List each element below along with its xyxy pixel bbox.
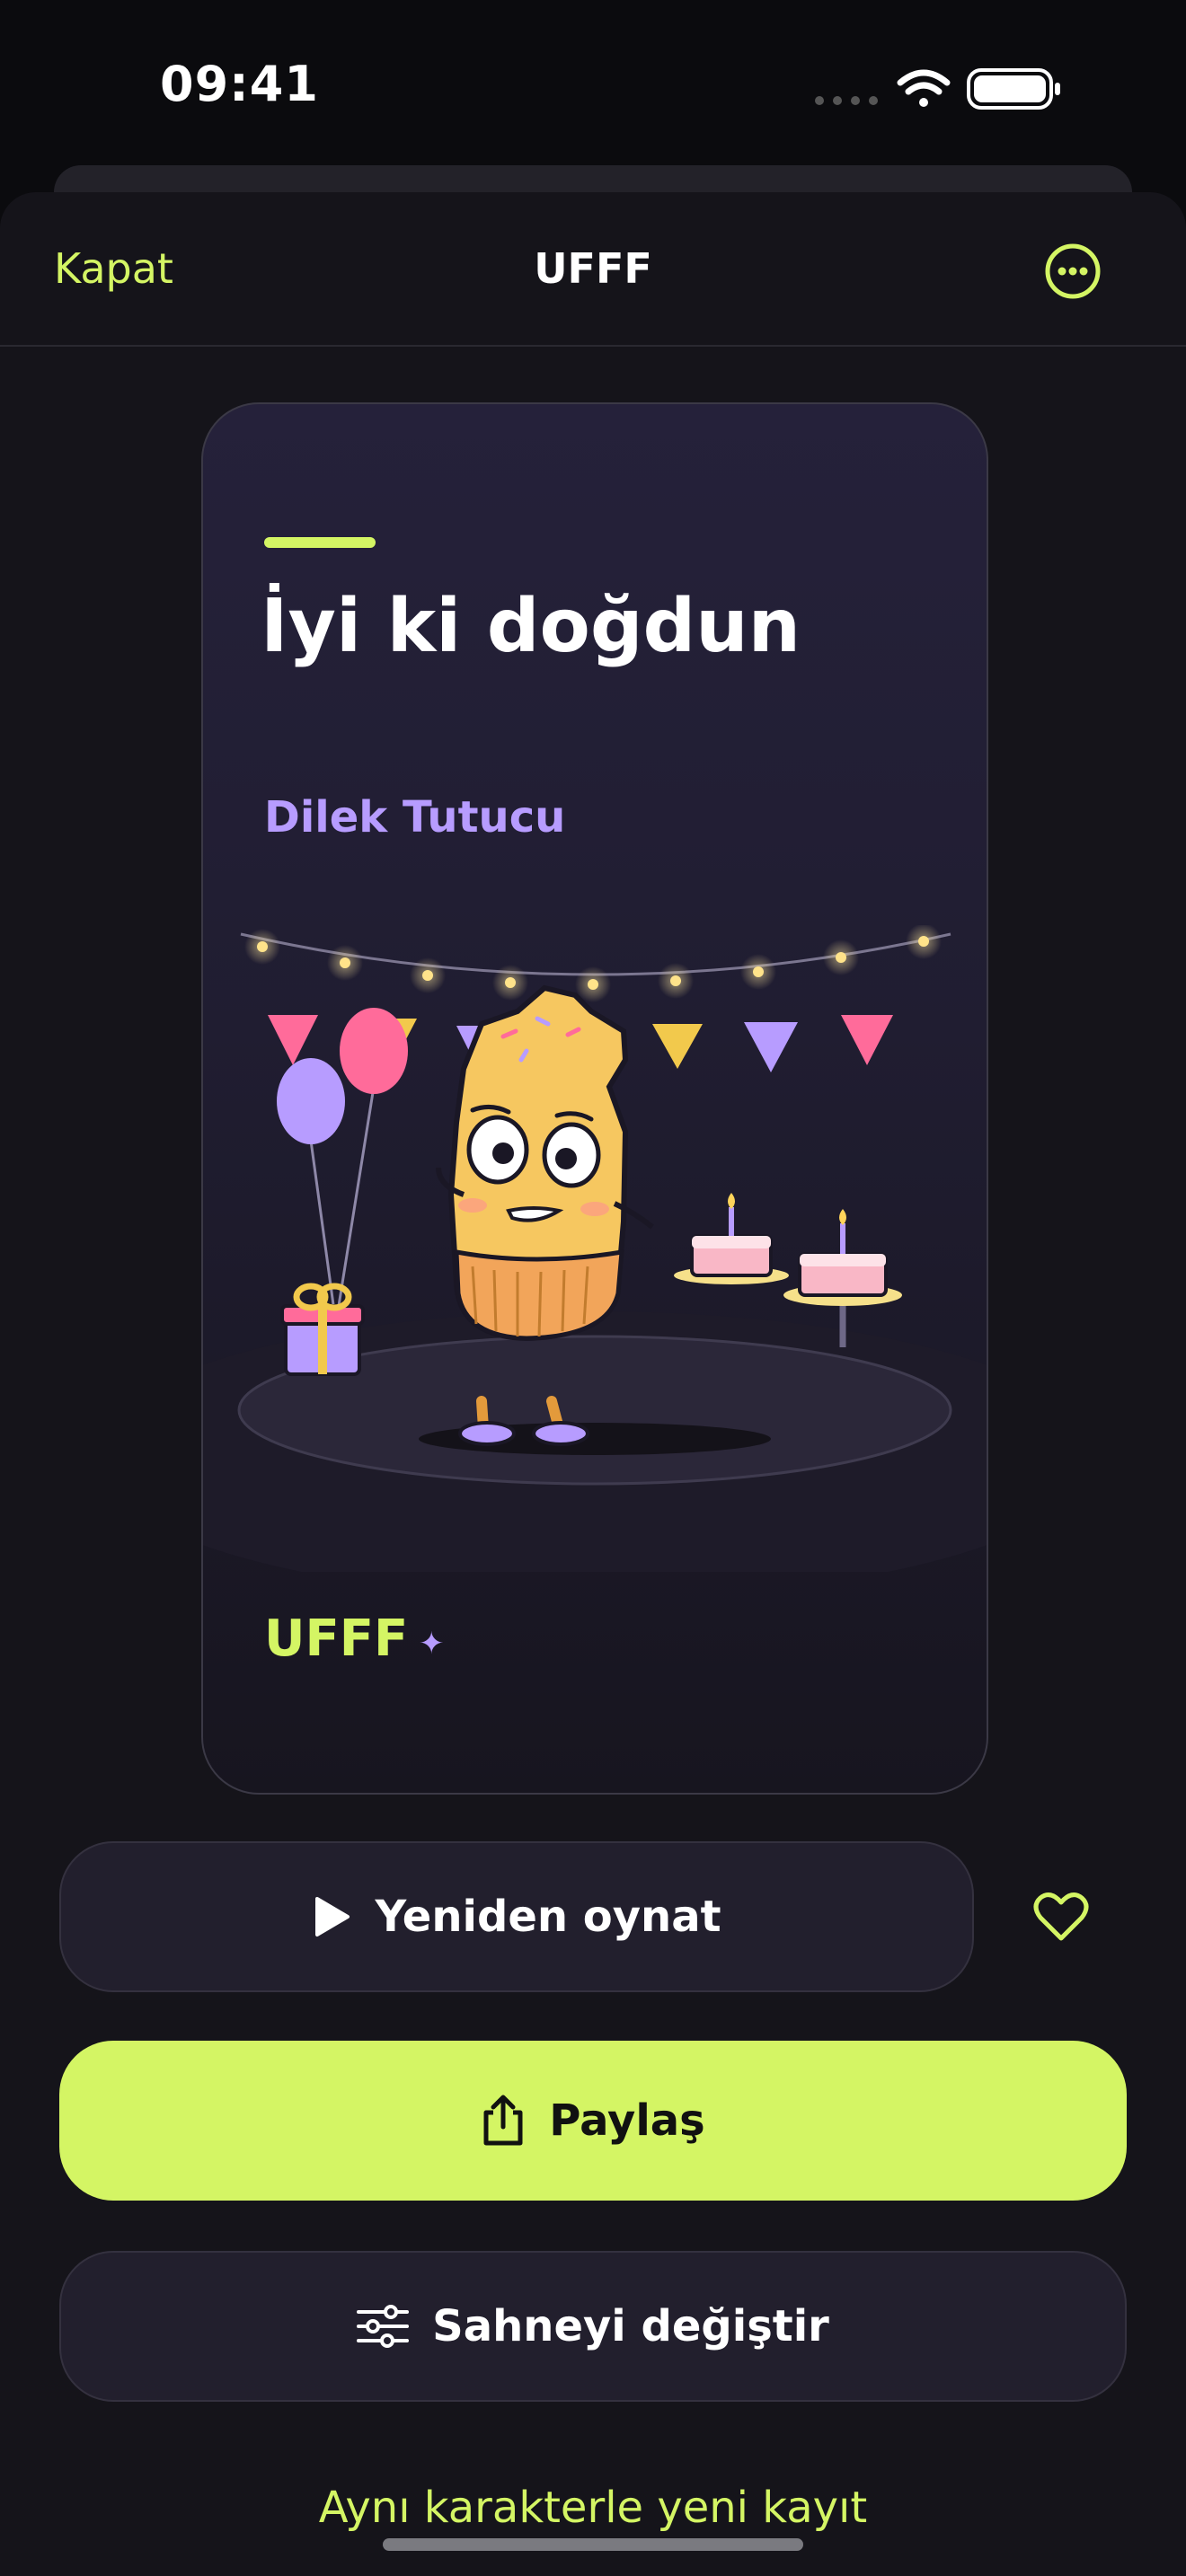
- wifi-icon: [897, 69, 951, 107]
- birthday-scene-illustration: [203, 925, 987, 1572]
- heart-icon[interactable]: [1033, 1892, 1089, 1942]
- status-time: 09:41: [160, 56, 319, 112]
- card-title: İyi ki doğdun: [261, 584, 801, 669]
- change-scene-button[interactable]: Sahneyi değiştir: [59, 2251, 1127, 2402]
- replay-button[interactable]: Yeniden oynat: [59, 1841, 974, 1992]
- replay-label: Yeniden oynat: [375, 1892, 721, 1942]
- share-icon: [483, 2095, 523, 2146]
- battery-icon: [967, 68, 1060, 110]
- status-bar: 09:41: [0, 0, 1186, 171]
- card-brand: UFFF: [264, 1610, 409, 1668]
- card-subtitle: Dilek Tutucu: [264, 792, 566, 842]
- change-scene-label: Sahneyi değiştir: [432, 2301, 829, 2351]
- share-label: Paylaş: [549, 2095, 705, 2146]
- signal-icon: [815, 96, 878, 105]
- play-icon: [315, 1897, 350, 1936]
- status-icons: [809, 61, 1078, 119]
- home-indicator: [383, 2538, 803, 2551]
- cake-held: [674, 1193, 789, 1284]
- gift-box: [280, 1283, 365, 1376]
- nav-bar: Kapat UFFF: [0, 192, 1186, 347]
- page-title: UFFF: [534, 244, 652, 293]
- greeting-card-preview[interactable]: İyi ki doğdun Dilek Tutucu UFFF ✦: [201, 402, 988, 1795]
- sliders-icon: [357, 2305, 410, 2348]
- sparkle-icon: ✦: [419, 1626, 445, 1662]
- share-button[interactable]: Paylaş: [59, 2041, 1127, 2201]
- accent-bar: [264, 537, 376, 548]
- string-lights: [244, 925, 942, 1002]
- ellipsis-circle-icon[interactable]: [1044, 243, 1102, 300]
- new-recording-link[interactable]: Aynı karakterle yeni kayıt: [0, 2483, 1186, 2533]
